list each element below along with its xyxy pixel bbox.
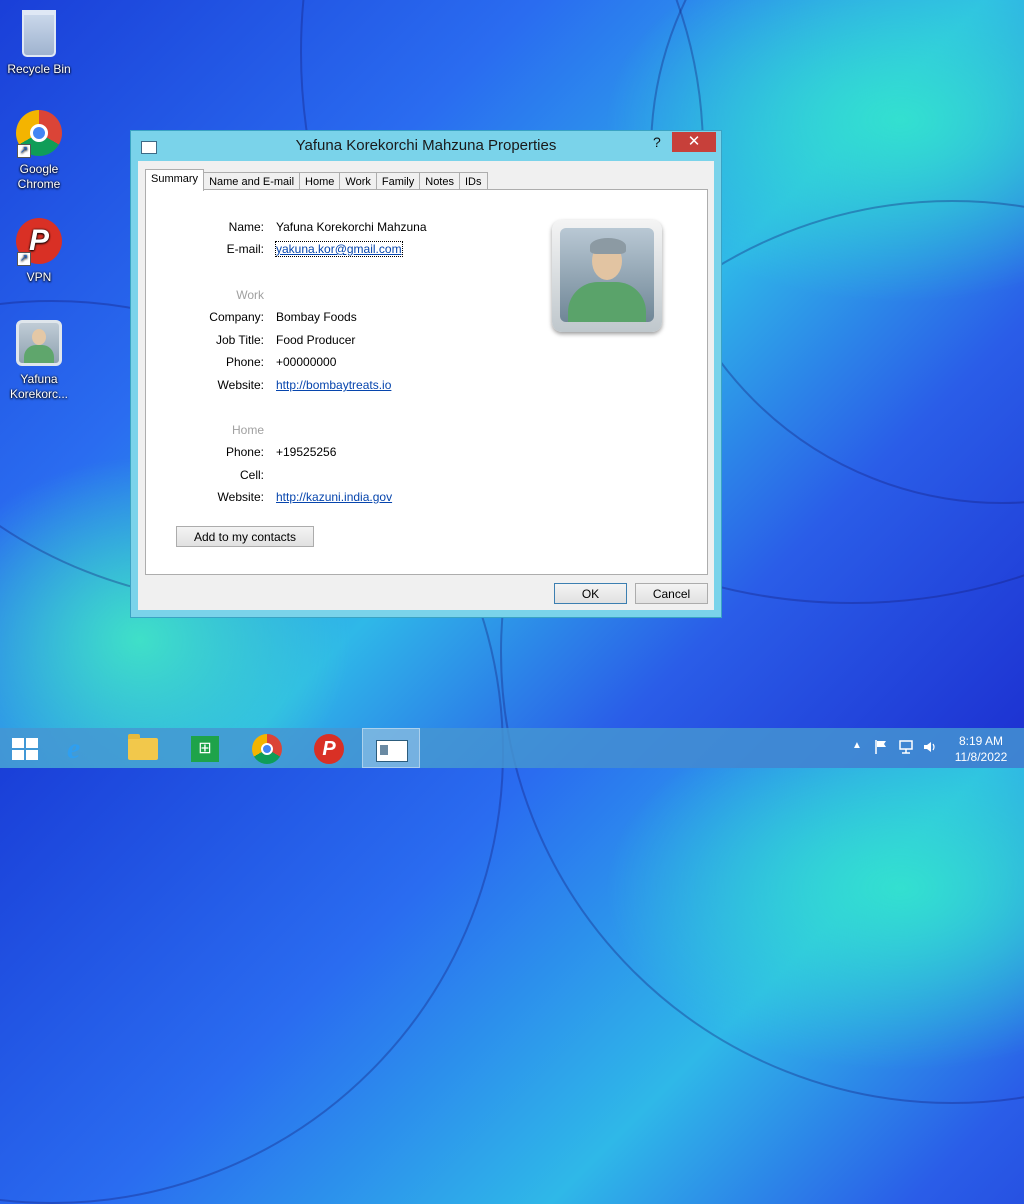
desktop-icon-label: Google Chrome (17, 162, 61, 191)
chrome-icon (252, 734, 282, 764)
home-section-heading: Home (231, 423, 264, 437)
cancel-button[interactable]: Cancel (635, 583, 708, 604)
close-button[interactable]: ✕ (672, 132, 716, 152)
system-clock[interactable]: 8:19 AM 11/8/2022 (948, 733, 1014, 765)
network-icon[interactable] (898, 739, 914, 779)
person-silhouette-icon (560, 228, 654, 322)
home-phone-label: Phone: (225, 445, 264, 459)
dialog-client-area: Summary Name and E-mail Home Work Family… (138, 161, 714, 610)
add-to-contacts-button[interactable]: Add to my contacts (176, 526, 314, 547)
work-phone-value: +00000000 (276, 355, 337, 369)
clock-date: 11/8/2022 (954, 750, 1008, 764)
desktop-icon-recycle-bin[interactable]: Recycle Bin (1, 6, 77, 77)
desktop-icon-label: VPN (26, 270, 52, 284)
taskbar-chrome[interactable] (238, 728, 296, 768)
work-website-label: Website: (217, 378, 264, 392)
vpn-icon: P (314, 734, 344, 764)
taskbar-store[interactable]: ⊞ (176, 728, 234, 768)
taskbar-internet-explorer[interactable]: e (52, 728, 110, 768)
home-phone-value: +19525256 (276, 445, 337, 459)
summary-page: Name: Yafuna Korekorchi Mahzuna E-mail: … (145, 189, 708, 575)
cell-label: Cell: (239, 468, 264, 482)
shortcut-arrow-icon: ↗ (17, 252, 31, 266)
chrome-icon: ↗ (15, 110, 63, 158)
work-phone-label: Phone: (225, 355, 264, 369)
taskbar: e ⊞ P ▲ 8:19 AM 11/8/2022 (0, 728, 1024, 768)
email-link[interactable]: yakuna.kor@gmail.com (275, 241, 403, 257)
work-website-link[interactable]: http://bombaytreats.io (276, 378, 391, 392)
taskbar-file-explorer[interactable] (114, 728, 172, 768)
help-button[interactable]: ? (653, 134, 661, 150)
contact-card-icon (15, 320, 63, 368)
contact-photo (552, 220, 662, 332)
action-center-flag-icon[interactable] (874, 739, 890, 779)
desktop-icon-vpn[interactable]: P ↗ VPN (1, 218, 77, 285)
company-value: Bombay Foods (276, 310, 357, 324)
start-button[interactable] (0, 728, 48, 768)
desktop-icon-google-chrome[interactable]: ↗ Google Chrome (1, 110, 77, 192)
desktop-icon-contact[interactable]: Yafuna Korekorc... (1, 320, 77, 402)
windows-logo-icon (12, 738, 38, 760)
home-website-label: Website: (217, 490, 264, 504)
taskbar-contact-properties[interactable] (362, 728, 420, 768)
shortcut-arrow-icon: ↗ (17, 144, 31, 158)
tab-summary[interactable]: Summary (145, 169, 205, 191)
ok-button[interactable]: OK (554, 583, 627, 604)
desktop-icon-label: Recycle Bin (7, 62, 71, 76)
dialog-titlebar[interactable]: Yafuna Korekorchi Mahzuna Properties ? ✕ (131, 131, 721, 161)
clock-time: 8:19 AM (958, 734, 1004, 748)
folder-icon (128, 734, 158, 760)
tab-strip: Summary Name and E-mail Home Work Family… (145, 169, 488, 191)
home-website-link[interactable]: http://kazuni.india.gov (276, 490, 392, 504)
volume-icon[interactable] (922, 739, 938, 779)
work-section-heading: Work (236, 288, 264, 302)
taskbar-vpn[interactable]: P (300, 728, 358, 768)
name-label: Name: (228, 220, 264, 234)
dialog-title: Yafuna Korekorchi Mahzuna Properties (295, 137, 557, 154)
name-value: Yafuna Korekorchi Mahzuna (276, 220, 427, 234)
contact-properties-dialog: Yafuna Korekorchi Mahzuna Properties ? ✕… (130, 130, 722, 618)
desktop-icon-label: Yafuna Korekorc... (9, 372, 69, 401)
vpn-icon: P ↗ (15, 218, 63, 266)
recycle-bin-icon (15, 10, 63, 58)
job-title-value: Food Producer (276, 333, 356, 347)
internet-explorer-icon: e (67, 732, 81, 765)
email-label: E-mail: (226, 242, 264, 256)
contact-card-icon (376, 740, 408, 762)
job-title-label: Job Title: (215, 333, 264, 347)
show-hidden-icons-chevron-icon[interactable]: ▲ (852, 740, 862, 780)
company-label: Company: (209, 310, 264, 324)
store-icon: ⊞ (191, 736, 219, 762)
